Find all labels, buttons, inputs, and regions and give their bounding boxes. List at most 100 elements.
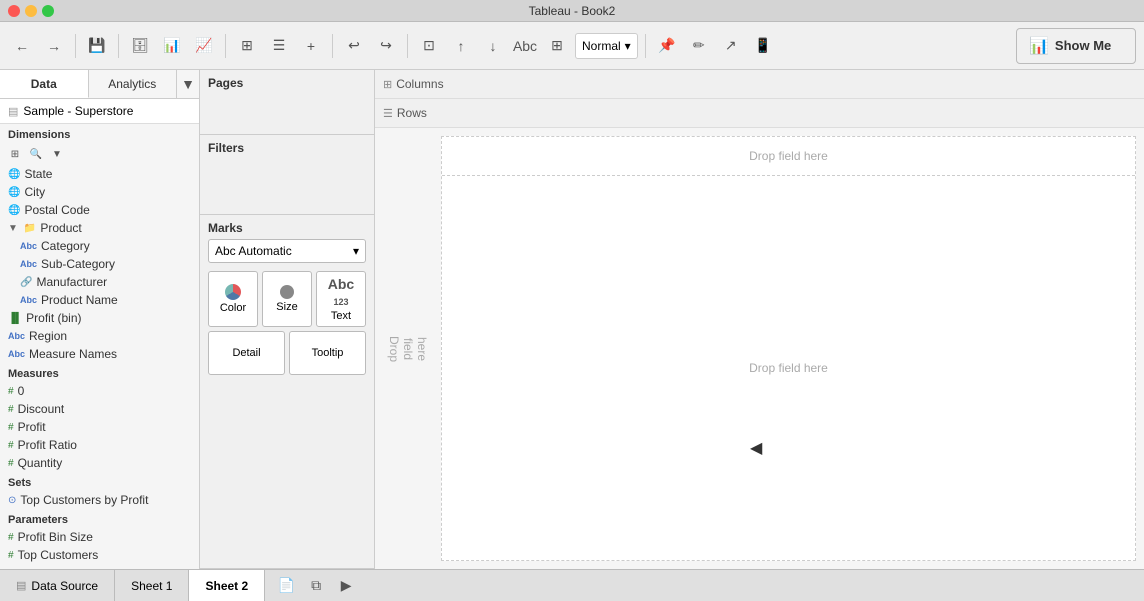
field-postal-code[interactable]: 🌐 Postal Code	[0, 201, 199, 219]
drop-field-here-top: Drop field here	[749, 149, 828, 163]
sheet2-tab[interactable]: Sheet 2	[189, 570, 265, 601]
sort-desc-btn[interactable]: ↓	[479, 32, 507, 60]
title-bar: Tableau - Book2	[0, 0, 1144, 22]
new-datasource-btn[interactable]: 🗄	[126, 32, 154, 60]
lines-btn[interactable]: ☰	[265, 32, 293, 60]
field-profit-bin-size[interactable]: # Profit Bin Size	[0, 528, 199, 546]
abc-icon: Abc	[20, 295, 37, 305]
duplicate-sheet-btn[interactable]: ⧉	[303, 573, 329, 599]
plus-btn[interactable]: +	[297, 32, 325, 60]
color-btn[interactable]: Color	[208, 271, 258, 327]
columns-label: ⊞ Columns	[383, 77, 444, 91]
left-panel-tabs: Data Analytics ▼	[0, 70, 199, 99]
field-product-name[interactable]: Abc Product Name	[0, 291, 199, 309]
field-sub-category[interactable]: Abc Sub-Category	[0, 255, 199, 273]
chart-btn[interactable]: 📊	[158, 32, 186, 60]
marks-section: Marks Abc Automatic ▾ Color Size Abc123 …	[200, 215, 374, 569]
field-category[interactable]: Abc Category	[0, 237, 199, 255]
field-profit-ratio[interactable]: # Profit Ratio	[0, 436, 199, 454]
back-btn[interactable]: ←	[8, 32, 36, 60]
marks-type-label: Abc Automatic	[215, 244, 292, 258]
columns-drop-zone[interactable]	[450, 74, 1136, 94]
maximize-btn[interactable]	[42, 5, 54, 17]
drop-bottom-zone[interactable]: Drop field here	[442, 176, 1135, 560]
tooltip-btn[interactable]: Tooltip	[289, 331, 366, 375]
sheet1-label: Sheet 1	[131, 579, 172, 593]
tab-data[interactable]: Data	[0, 70, 89, 98]
sort-asc-btn[interactable]: ↑	[447, 32, 475, 60]
field-state[interactable]: 🌐 State	[0, 165, 199, 183]
close-btn[interactable]	[8, 5, 20, 17]
view-mode-dropdown[interactable]: Normal ▾	[575, 33, 638, 59]
text-btn[interactable]: Abc123 Text	[316, 271, 366, 327]
canvas-main: Dropfieldhere Drop field here Drop field…	[375, 128, 1144, 569]
device-btn[interactable]: 📱	[749, 32, 777, 60]
data-source-item[interactable]: ▤ Sample - Superstore	[0, 99, 199, 124]
drop-left-text: Dropfieldhere	[387, 336, 429, 362]
field-top-customers-param[interactable]: # Top Customers	[0, 546, 199, 564]
sheet1-tab[interactable]: Sheet 1	[115, 570, 189, 601]
data-source-tab-label: Data Source	[31, 579, 98, 593]
sep3	[225, 34, 226, 58]
field-profit[interactable]: # Profit	[0, 418, 199, 436]
present-btn[interactable]: ▶	[333, 573, 359, 599]
fit-btn[interactable]: ⊡	[415, 32, 443, 60]
chart2-btn[interactable]: 📈	[190, 32, 218, 60]
field-discount[interactable]: # Discount	[0, 400, 199, 418]
drop-zone-main[interactable]: Drop field here Drop field here	[441, 136, 1136, 561]
size-btn[interactable]: Size	[262, 271, 312, 327]
drop-field-left[interactable]: Dropfieldhere	[383, 136, 433, 561]
hash-icon: #	[8, 404, 14, 415]
data-source-tab[interactable]: ▤ Data Source	[0, 570, 115, 601]
label-btn[interactable]: Abc	[511, 32, 539, 60]
fields-search-btn[interactable]: 🔍	[27, 145, 45, 163]
tab-analytics[interactable]: Analytics	[89, 70, 178, 98]
undo-btn[interactable]: ↩	[340, 32, 368, 60]
field-top-customers[interactable]: ⊙ Top Customers by Profit	[0, 491, 199, 509]
marks-type-dropdown[interactable]: Abc Automatic ▾	[208, 239, 366, 263]
bar-icon: ▐▌	[8, 313, 22, 324]
venn-icon: ⊙	[8, 495, 16, 506]
detail-btn[interactable]: Detail	[208, 331, 285, 375]
field-zero[interactable]: # 0	[0, 382, 199, 400]
abc-icon: Abc	[8, 331, 25, 341]
text-label: Text	[331, 310, 351, 322]
abc-icon: Abc	[20, 241, 37, 251]
fields-grid-btn[interactable]: ⊞	[6, 145, 24, 163]
pen-btn[interactable]: ✏	[685, 32, 713, 60]
abc-icon: Abc	[8, 349, 25, 359]
save-btn[interactable]: 💾	[83, 32, 111, 60]
expand-icon: ▼	[8, 223, 18, 234]
drop-top-zone[interactable]: Drop field here	[442, 137, 1135, 176]
fields-list: Dimensions ⊞ 🔍 ▼ 🌐 State 🌐 City 🌐 Postal…	[0, 124, 199, 569]
field-measure-names[interactable]: Abc Measure Names	[0, 345, 199, 363]
marks-icon-btn[interactable]: ⊞	[543, 32, 571, 60]
forward-btn[interactable]: →	[40, 32, 68, 60]
filters-title: Filters	[208, 141, 366, 155]
redo-btn[interactable]: ↪	[372, 32, 400, 60]
field-manufacturer[interactable]: 🔗 Manufacturer	[0, 273, 199, 291]
field-product-group[interactable]: ▼ 📁 Product	[0, 219, 199, 237]
left-panel: Data Analytics ▼ ▤ Sample - Superstore D…	[0, 70, 200, 569]
field-city[interactable]: 🌐 City	[0, 183, 199, 201]
tooltip-label: Tooltip	[312, 347, 344, 359]
field-region[interactable]: Abc Region	[0, 327, 199, 345]
panel-menu-btn[interactable]: ▼	[177, 70, 199, 98]
main-layout: Data Analytics ▼ ▤ Sample - Superstore D…	[0, 70, 1144, 569]
show-me-button[interactable]: 📊 Show Me	[1016, 28, 1136, 64]
field-profit-bin[interactable]: ▐▌ Profit (bin)	[0, 309, 199, 327]
pin-btn[interactable]: 📌	[653, 32, 681, 60]
arrow-btn[interactable]: ↗	[717, 32, 745, 60]
pages-section: Pages	[200, 70, 374, 135]
abc-icon: Abc	[20, 259, 37, 269]
show-me-chart-icon: 📊	[1029, 36, 1049, 56]
new-sheet-btn[interactable]: 📄	[273, 573, 299, 599]
rows-row: ☰ Rows	[375, 99, 1144, 128]
pages-title: Pages	[208, 76, 366, 90]
sep1	[75, 34, 76, 58]
field-quantity[interactable]: # Quantity	[0, 454, 199, 472]
fields-options-btn[interactable]: ▼	[48, 145, 66, 163]
rows-drop-zone[interactable]	[433, 103, 1136, 123]
minimize-btn[interactable]	[25, 5, 37, 17]
grid-btn[interactable]: ⊞	[233, 32, 261, 60]
